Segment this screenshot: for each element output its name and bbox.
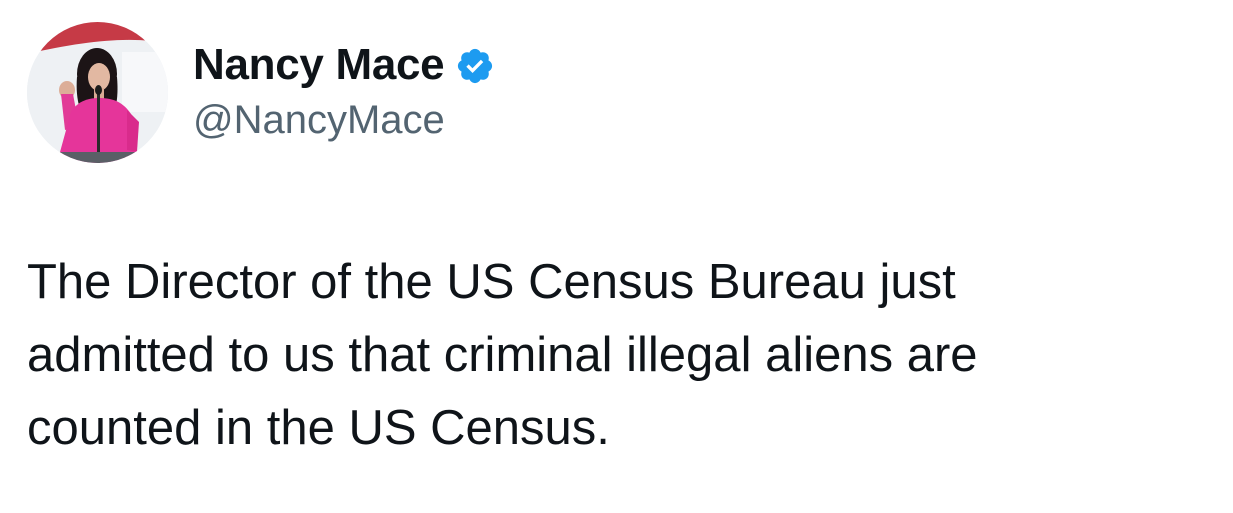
tweet-text-line: admitted to us that criminal illegal ali…: [27, 328, 978, 382]
author-avatar[interactable]: [27, 22, 168, 163]
author-handle[interactable]: @NancyMace: [193, 98, 445, 143]
tweet-card: Nancy Mace @NancyMace The Director of th…: [0, 0, 1233, 513]
verified-badge-icon: [455, 46, 495, 86]
tweet-text-line: counted in the US Census.: [27, 401, 610, 455]
tweet-text: The Director of the US Census Bureau jus…: [27, 246, 1197, 465]
tweet-text-line: The Director of the US Census Bureau jus…: [27, 255, 956, 309]
avatar-image: [27, 22, 168, 163]
author-name-row: Nancy Mace: [193, 36, 495, 94]
author-display-name[interactable]: Nancy Mace: [193, 40, 445, 90]
